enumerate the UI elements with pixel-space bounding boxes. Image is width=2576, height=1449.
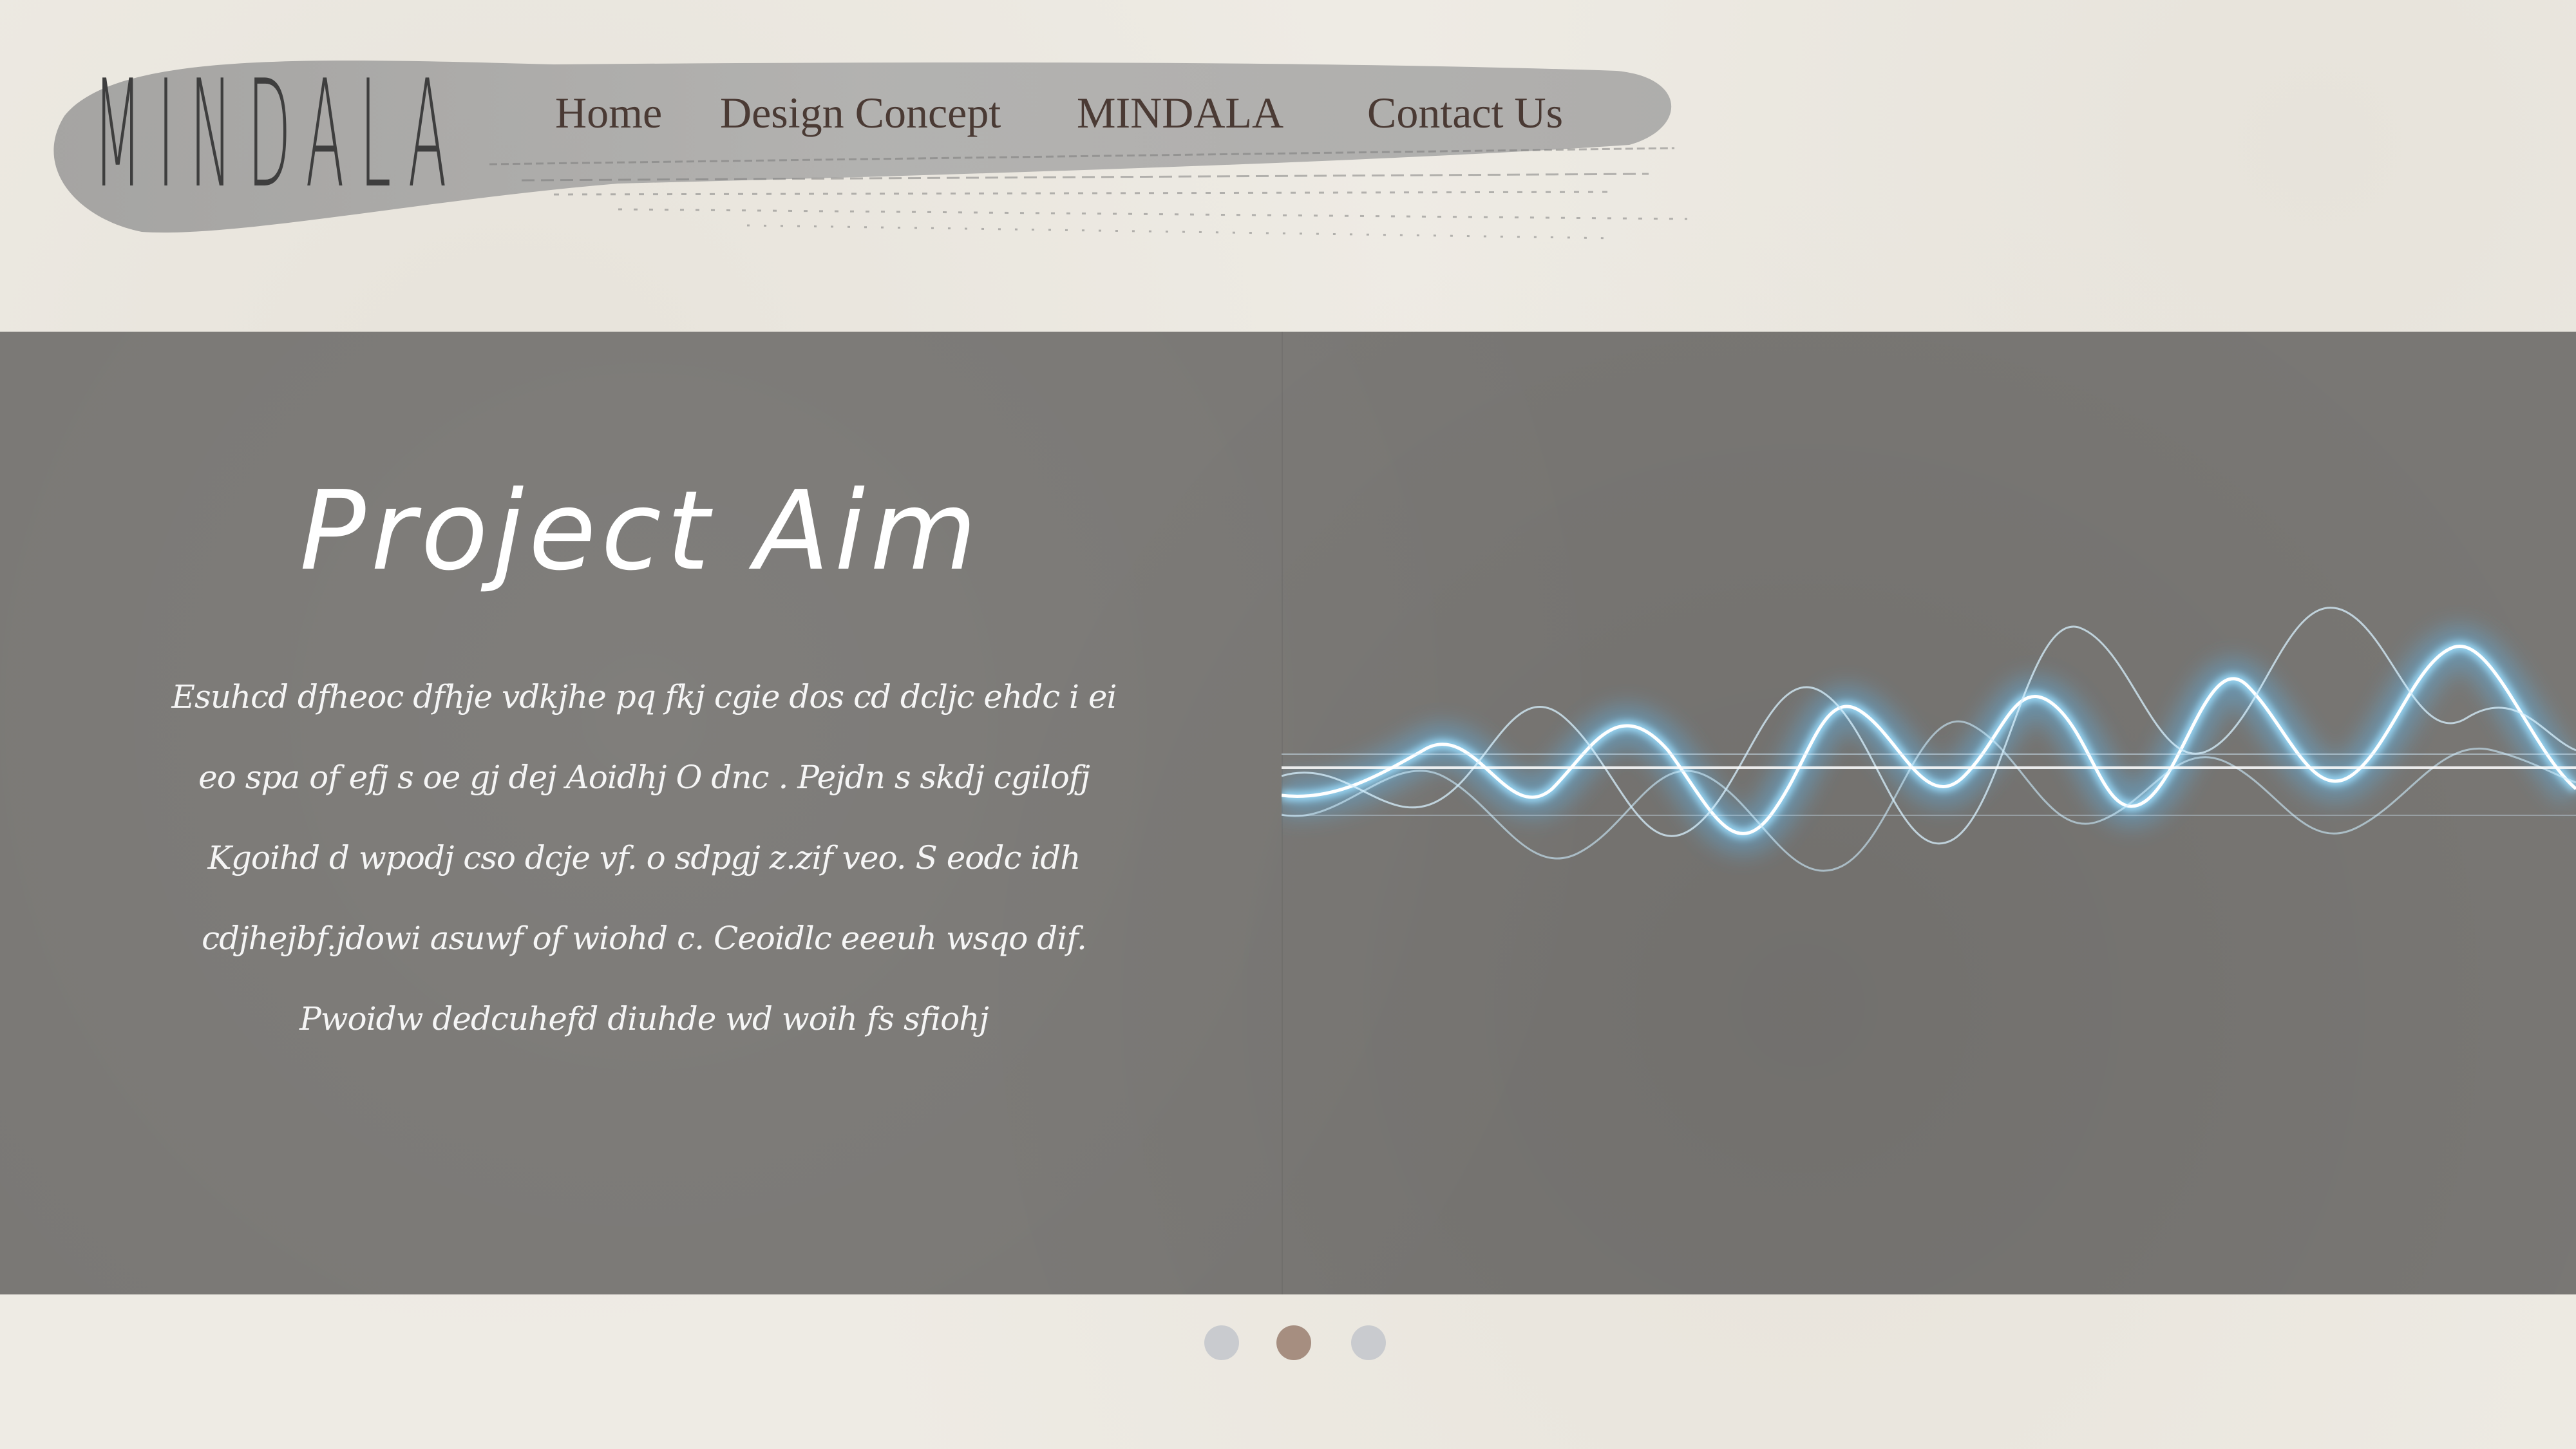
nav-design-concept[interactable]: Design Concept	[720, 80, 1001, 145]
section-title: Project Aim	[299, 468, 982, 595]
site-header: MINDALA Home Design Concept MINDALA Cont…	[0, 0, 2576, 332]
nav-contact-us[interactable]: Contact Us	[1367, 80, 1563, 145]
site-logo[interactable]: MINDALA	[93, 52, 462, 219]
carousel-indicators	[0, 1325, 2576, 1364]
nav-mindala[interactable]: MINDALA	[1077, 80, 1283, 145]
sound-wave-image	[1282, 607, 2576, 872]
carousel-dot-2[interactable]	[1276, 1325, 1311, 1360]
carousel-dot-1[interactable]	[1204, 1325, 1239, 1360]
carousel-dot-3[interactable]	[1351, 1325, 1386, 1360]
section-body-text: Esuhcd dfheoc dfhje vdkjhe pq fkj cgie d…	[171, 678, 1117, 1037]
nav-home[interactable]: Home	[555, 80, 662, 145]
